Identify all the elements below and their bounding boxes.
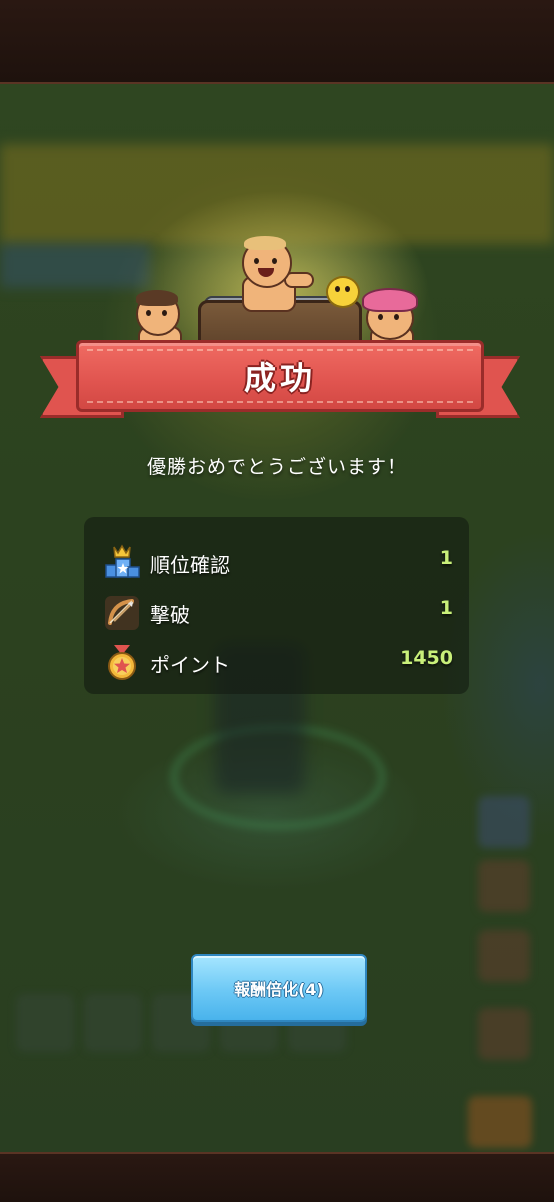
double-reward-button[interactable]: 報酬倍化(4) (191, 954, 367, 1022)
yellow-chick-character (326, 276, 360, 308)
congratulations-message: 優勝おめでとうございます！ (146, 456, 407, 478)
stat-value-points: 1450 (400, 647, 453, 669)
stat-value-defeats: 1 (439, 597, 453, 619)
crown-podium-icon (102, 543, 142, 583)
champion-character (232, 236, 314, 316)
stat-value-rank: 1 (439, 547, 453, 569)
bottom-frame-bar (0, 1152, 554, 1202)
stat-row-rank: 順位確認 1 (84, 539, 469, 583)
bow-arrow-icon (102, 593, 142, 633)
stats-panel: 順位確認 1 撃破 1 ポイント 1450 (84, 517, 469, 694)
stat-row-points: ポイント 1450 (84, 639, 469, 683)
stat-label-defeats: 撃破 (150, 603, 190, 627)
stat-label-rank: 順位確認 (150, 553, 230, 577)
stat-row-defeats: 撃破 1 (84, 589, 469, 633)
stat-label-points: ポイント (150, 653, 230, 677)
top-frame-bar (0, 0, 554, 84)
star-medal-icon (102, 643, 142, 683)
result-banner: 成功 (76, 340, 484, 412)
result-title: 成功 (243, 359, 316, 397)
